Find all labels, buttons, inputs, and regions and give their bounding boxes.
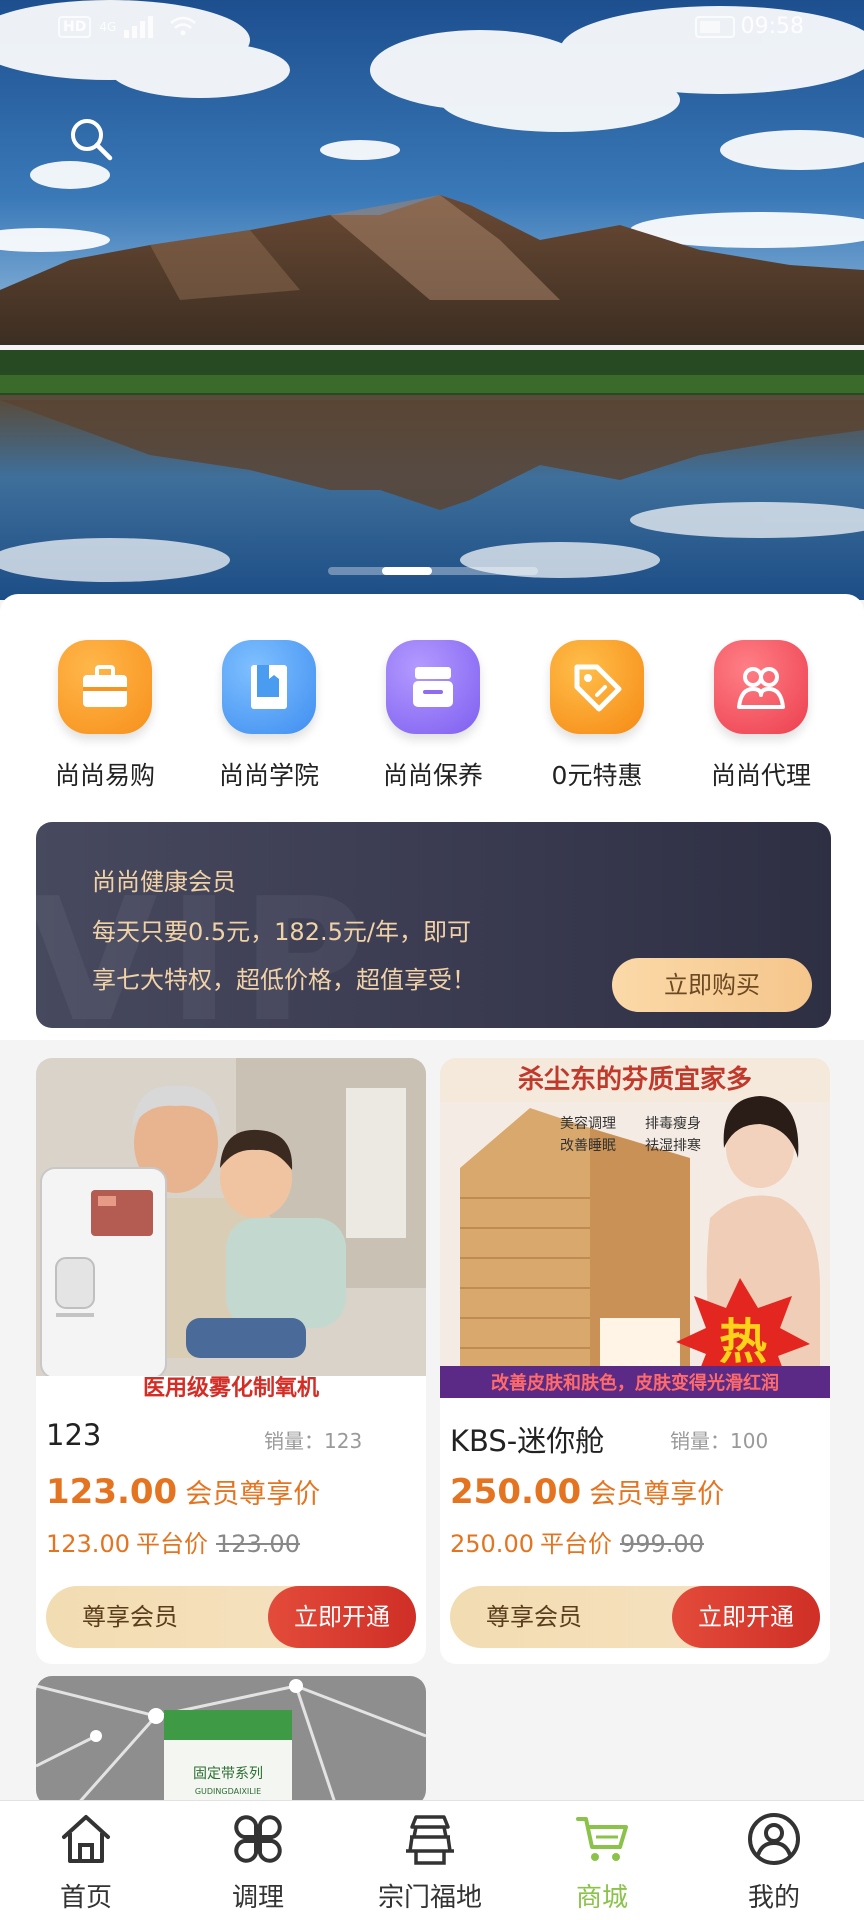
vip-title: 尚尚健康会员 — [92, 868, 236, 896]
platform-price-value: 250.00 — [450, 1530, 534, 1558]
category-shangshang-daili[interactable]: 尚尚代理 — [681, 640, 841, 792]
product-member-price: 123.00 会员尊享价 — [46, 1472, 320, 1512]
category-shangshang-xueyuan[interactable]: 尚尚学院 — [189, 640, 349, 792]
product-image: 固定带系列 GUDINGDAIXILIE — [36, 1676, 426, 1806]
cart-icon — [576, 1817, 628, 1861]
original-price: 123.00 — [215, 1530, 300, 1558]
price-tag: 会员尊享价 — [185, 1479, 321, 1510]
bottom-tab-bar: 首页 调理 宗门福地 商城 我的 — [0, 1800, 864, 1920]
product-platform-price: 250.00 平台价 999.00 — [450, 1524, 704, 1559]
product-card[interactable]: 杀尘东的芬质宜家多 美容调理 排毒瘦身 改善睡眠 祛湿排寒 热 改善皮肤和肤色，… — [440, 1058, 830, 1664]
network-badge: HD — [58, 16, 92, 38]
search-icon[interactable] — [68, 116, 114, 162]
price-value: 250.00 — [450, 1472, 582, 1512]
open-membership-button[interactable]: 立即开通 — [672, 1586, 820, 1648]
original-price: 999.00 — [619, 1530, 704, 1558]
category-label: 尚尚易购 — [54, 761, 155, 790]
tab-label: 调理 — [231, 1883, 284, 1913]
tab-tiaoli[interactable]: 调理 — [172, 1801, 344, 1920]
group-icon — [714, 640, 808, 734]
banner-carousel[interactable]: HD 4G 09:58 — [0, 0, 864, 600]
member-bar: 尊享会员 立即开通 — [450, 1586, 820, 1648]
status-bar: HD 4G 09:58 — [0, 0, 864, 56]
feature-4: 祛湿排寒 — [645, 1137, 701, 1154]
category-label: 尚尚学院 — [218, 761, 319, 790]
feature-2: 排毒瘦身 — [645, 1115, 701, 1132]
category-label: 0元特惠 — [551, 761, 643, 790]
box-label: 固定带系列 — [193, 1766, 263, 1782]
book-icon — [222, 640, 316, 734]
feature-3: 改善睡眠 — [560, 1138, 616, 1154]
briefcase-icon — [58, 640, 152, 734]
product-name: KBS-迷你舱 — [450, 1424, 605, 1458]
member-label: 尊享会员 — [486, 1603, 582, 1631]
price-tag-icon — [550, 640, 644, 734]
member-label: 尊享会员 — [82, 1603, 178, 1631]
tab-label: 商城 — [575, 1883, 628, 1913]
platform-price-label: 平台价 — [135, 1530, 208, 1558]
wifi-icon — [170, 16, 197, 36]
vip-description-line2: 享七大特权，超低价格，超值享受！ — [92, 966, 476, 994]
feature-panel: 尚尚易购 尚尚学院 尚尚保养 0元特惠 尚尚代理 VIP 尚尚健康会员 每天只要… — [0, 594, 864, 1040]
platform-price-value: 123.00 — [46, 1530, 130, 1558]
price-tag: 会员尊享价 — [589, 1479, 725, 1510]
tab-label: 宗门福地 — [377, 1883, 482, 1913]
product-card[interactable]: 医用级雾化制氧机 123 销量：123 123.00 会员尊享价 123.00 平台… — [36, 1058, 426, 1664]
platform-price-label: 平台价 — [539, 1530, 612, 1558]
tab-shop[interactable]: 商城 — [516, 1801, 688, 1920]
product-card[interactable]: 固定带系列 GUDINGDAIXILIE — [36, 1676, 426, 1806]
status-time: 09:58 — [740, 14, 804, 39]
box-sublabel: GUDINGDAIXILIE — [195, 1787, 261, 1796]
member-bar: 尊享会员 立即开通 — [46, 1586, 416, 1648]
product-sales: 销量：100 — [670, 1429, 769, 1453]
signal-icon — [124, 16, 154, 38]
app-screen: HD 4G 09:58 尚尚易购 尚尚学院 尚尚保养 0元特惠 尚尚代理 VIP… — [0, 0, 864, 1920]
vip-buy-button[interactable]: 立即购买 — [612, 958, 812, 1012]
feature-1: 美容调理 — [560, 1115, 616, 1132]
vip-description-line1: 每天只要0.5元，182.5元/年，即可 — [92, 918, 471, 946]
product-image: 杀尘东的芬质宜家多 美容调理 排毒瘦身 改善睡眠 祛湿排寒 热 改善皮肤和肤色，… — [440, 1058, 830, 1398]
product-image-caption: 改善皮肤和肤色，皮肤变得光滑红润 — [491, 1372, 779, 1394]
carousel-indicator — [328, 567, 538, 575]
hot-badge: 热 — [719, 1314, 767, 1370]
tab-mine[interactable]: 我的 — [688, 1801, 860, 1920]
battery-icon — [694, 15, 735, 38]
home-icon — [62, 1815, 110, 1863]
category-shangshang-baoyang[interactable]: 尚尚保养 — [353, 640, 513, 792]
clover-icon — [234, 1815, 282, 1863]
product-image-caption: 医用级雾化制氧机 — [143, 1375, 319, 1398]
tab-zongmen-fudi[interactable]: 宗门福地 — [344, 1801, 516, 1920]
category-label: 尚尚代理 — [710, 761, 811, 790]
banner-image — [0, 0, 864, 600]
tab-label: 首页 — [59, 1883, 112, 1913]
carousel-indicator-active — [382, 567, 432, 575]
category-zero-yuan-tehui[interactable]: 0元特惠 — [517, 640, 677, 792]
product-name: 123 — [46, 1418, 102, 1452]
tab-label: 我的 — [747, 1883, 800, 1913]
category-row: 尚尚易购 尚尚学院 尚尚保养 0元特惠 尚尚代理 — [0, 640, 864, 790]
user-icon — [748, 1813, 800, 1865]
product-platform-price: 123.00 平台价 123.00 — [46, 1524, 300, 1559]
pagoda-icon — [406, 1815, 454, 1865]
cream-jar-icon — [386, 640, 480, 734]
tab-home[interactable]: 首页 — [0, 1801, 172, 1920]
product-image: 医用级雾化制氧机 — [36, 1058, 426, 1398]
signal-gen: 4G — [99, 20, 117, 34]
vip-membership-card[interactable]: VIP 尚尚健康会员 每天只要0.5元，182.5元/年，即可 享七大特权，超低… — [36, 822, 831, 1028]
product-sales: 销量：123 — [264, 1429, 363, 1453]
category-label: 尚尚保养 — [382, 761, 483, 790]
open-membership-button[interactable]: 立即开通 — [268, 1586, 416, 1648]
price-value: 123.00 — [46, 1472, 178, 1512]
product-image-headline: 杀尘东的芬质宜家多 — [518, 1064, 752, 1095]
category-shangshang-yigou[interactable]: 尚尚易购 — [25, 640, 185, 792]
product-member-price: 250.00 会员尊享价 — [450, 1472, 724, 1512]
